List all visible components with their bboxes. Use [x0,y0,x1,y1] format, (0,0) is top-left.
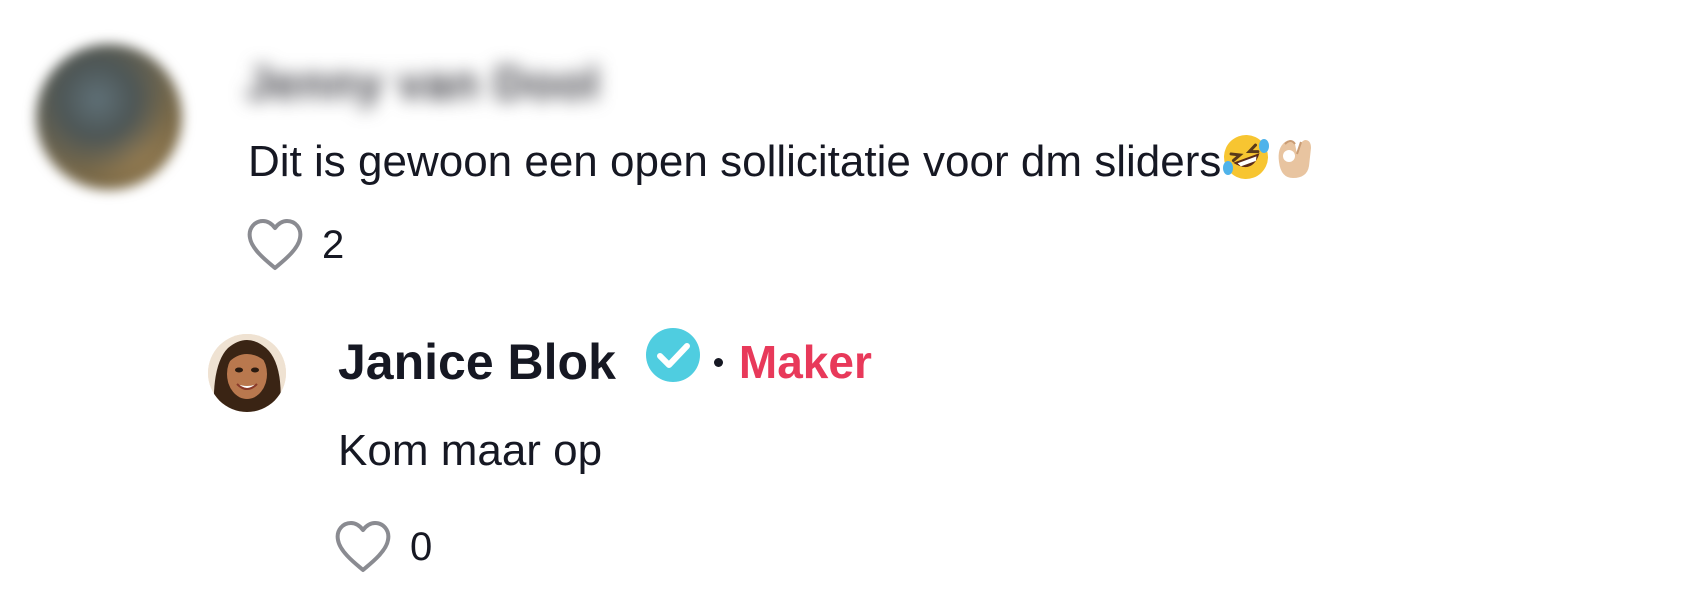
comment-text-body: Dit is gewoon een open sollicitatie voor… [248,137,1222,186]
reply-like-count: 0 [410,524,433,569]
reply-text: Kom maar op [338,426,603,475]
rofl-emoji-icon [1221,132,1271,193]
maker-badge: Maker [738,336,872,388]
reply-header: Janice Blok Maker [338,328,872,391]
separator-dot [713,357,723,367]
heart-outline-icon [335,521,391,572]
reply-like-button[interactable]: 0 [334,520,432,574]
like-button[interactable]: 2 [246,218,344,272]
like-count: 2 [322,222,345,267]
heart-outline-icon [247,219,303,270]
comment-username[interactable]: Jenny van Dool [246,56,600,110]
reply-username[interactable]: Janice Blok [338,333,616,391]
reply-avatar[interactable] [208,334,286,412]
verified-check-icon [645,328,700,382]
comment-text: Dit is gewoon een open sollicitatie voor… [248,132,1317,193]
ok-hand-emoji-icon [1271,132,1317,193]
avatar[interactable] [36,44,182,190]
